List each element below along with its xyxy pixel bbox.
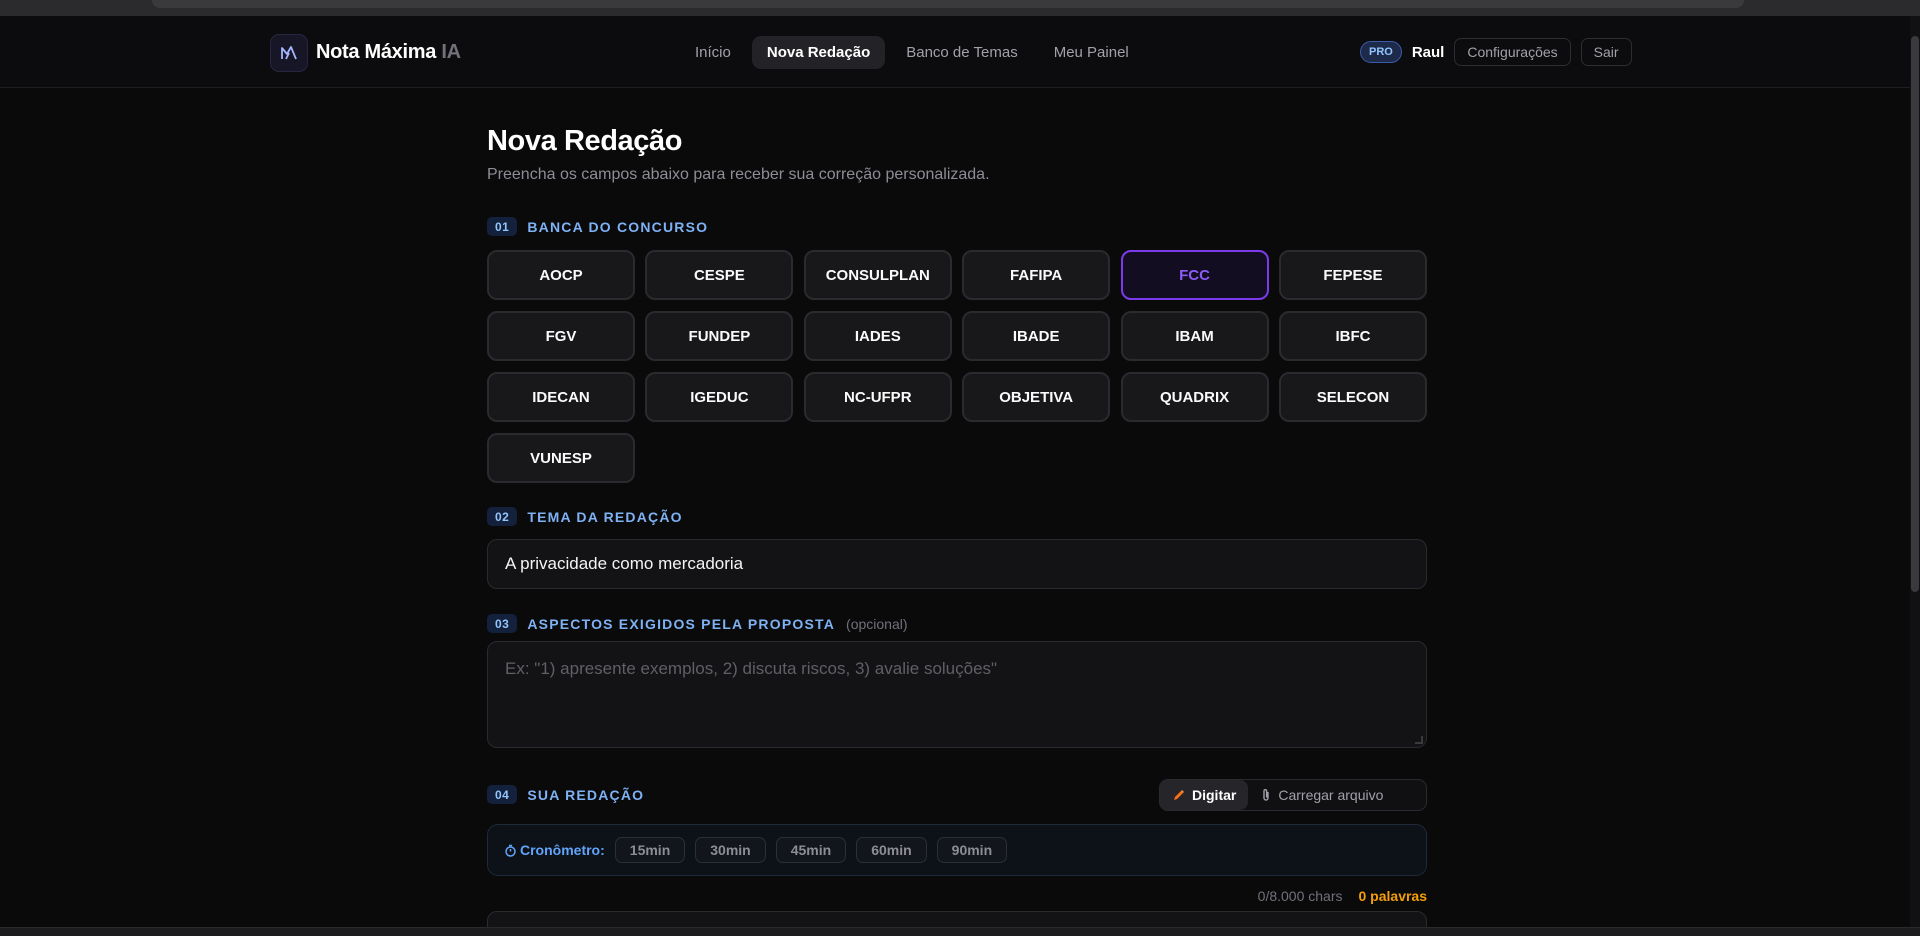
word-counter: 0/8.000 chars 0 palavras (1258, 888, 1427, 904)
section-title: SUA REDAÇÃO (527, 786, 645, 803)
timer-option[interactable]: 90min (936, 837, 1008, 863)
timer-option[interactable]: 45min (775, 837, 847, 863)
banca-option[interactable]: IBADE (962, 311, 1111, 361)
banca-option[interactable]: OBJETIVA (962, 372, 1111, 422)
section-title: BANCA DO CONCURSO (527, 218, 709, 235)
nav-meu-painel[interactable]: Meu Painel (1039, 36, 1144, 69)
section-title: TEMA DA REDAÇÃO (527, 508, 683, 525)
mode-upload-label: Carregar arquivo (1278, 787, 1384, 803)
optional-hint: (opcional) (846, 615, 908, 632)
pencil-icon (1172, 788, 1186, 802)
scrollbar[interactable] (1910, 16, 1920, 936)
word-count: 0 palavras (1358, 888, 1428, 904)
banca-option[interactable]: FUNDEP (645, 311, 794, 361)
user-area: PRO Raul Configurações Sair (1360, 38, 1632, 66)
page-subtitle: Preencha os campos abaixo para receber s… (487, 166, 990, 183)
browser-chrome (0, 0, 1920, 16)
banca-option[interactable]: IADES (803, 311, 952, 361)
timer-bar: Cronômetro: 15min 30min 45min 60min 90mi… (487, 824, 1427, 876)
banca-option[interactable]: QUADRIX (1120, 372, 1269, 422)
banca-option[interactable]: IDECAN (487, 372, 635, 422)
logout-button[interactable]: Sair (1580, 38, 1632, 66)
mode-type-button[interactable]: Digitar (1160, 780, 1249, 810)
char-count: 0/8.000 chars (1257, 888, 1343, 904)
paperclip-icon (1260, 788, 1272, 802)
section-number: 03 (487, 614, 518, 633)
nav-nova-redacao[interactable]: Nova Redação (751, 36, 886, 69)
resize-handle-icon[interactable] (1415, 736, 1423, 744)
timer-label-text: Cronômetro: (520, 842, 605, 858)
banca-option[interactable]: SELECON (1278, 372, 1427, 422)
logo-suffix: IA (441, 41, 461, 63)
scrollbar-thumb[interactable] (1911, 36, 1919, 592)
timer-option[interactable]: 60min (856, 837, 927, 863)
nav-banco-de-temas[interactable]: Banco de Temas (891, 36, 1032, 69)
page-title: Nova Redação (487, 125, 683, 157)
timer-label: Cronômetro: (504, 842, 605, 858)
section-tema-label: 02 TEMA DA REDAÇÃO (487, 507, 683, 526)
banca-option[interactable]: NC-UFPR (803, 372, 952, 422)
banca-option[interactable]: IBFC (1278, 311, 1427, 361)
section-number: 02 (487, 507, 518, 526)
section-redacao-label: 04 SUA REDAÇÃO (487, 785, 644, 804)
logo-main: Nota Máxima (316, 41, 437, 63)
settings-button[interactable]: Configurações (1454, 38, 1571, 66)
banca-option[interactable]: AOCP (487, 250, 635, 300)
banca-grid: AOCP CESPE CONSULPLAN FAFIPA FCC FEPESE … (487, 250, 1427, 483)
banca-option[interactable]: IBAM (1120, 311, 1269, 361)
mode-type-label: Digitar (1192, 787, 1237, 803)
section-aspectos-label: 03 ASPECTOS EXIGIDOS PELA PROPOSTA (opci… (487, 614, 908, 633)
banca-option[interactable]: FEPESE (1278, 250, 1427, 300)
banca-option[interactable]: FAFIPA (962, 250, 1111, 300)
main-nav: Início Nova Redação Banco de Temas Meu P… (680, 36, 1144, 69)
section-title: ASPECTOS EXIGIDOS PELA PROPOSTA (527, 615, 836, 632)
nav-inicio[interactable]: Início (680, 36, 746, 69)
banca-option[interactable]: VUNESP (487, 433, 635, 483)
section-banca-label: 01 BANCA DO CONCURSO (487, 217, 708, 236)
logo-icon[interactable] (270, 34, 308, 72)
tema-input[interactable]: A privacidade como mercadoria (487, 539, 1427, 589)
banca-option-selected[interactable]: FCC (1120, 250, 1269, 300)
section-number: 01 (487, 217, 518, 236)
browser-bottom-bar (0, 927, 1920, 936)
timer-option[interactable]: 15min (614, 837, 686, 863)
banca-option[interactable]: CESPE (645, 250, 794, 300)
banca-option[interactable]: CONSULPLAN (803, 250, 952, 300)
pro-badge: PRO (1360, 41, 1402, 63)
banca-option[interactable]: IGEDUC (645, 372, 794, 422)
top-header: Nota Máxima IA Início Nova Redação Banco… (0, 16, 1910, 88)
timer-option[interactable]: 30min (695, 837, 766, 863)
browser-address-bar[interactable] (152, 0, 1744, 8)
user-name: Raul (1411, 43, 1445, 61)
aspectos-placeholder: Ex: "1) apresente exemplos, 2) discuta r… (505, 659, 998, 678)
banca-option[interactable]: FGV (487, 311, 635, 361)
aspectos-textarea[interactable]: Ex: "1) apresente exemplos, 2) discuta r… (487, 641, 1427, 748)
stopwatch-icon (504, 844, 517, 857)
logo-text[interactable]: Nota Máxima IA (316, 41, 461, 64)
section-number: 04 (487, 785, 518, 804)
input-mode-toggle: Digitar Carregar arquivo (1159, 779, 1427, 811)
mode-upload-button[interactable]: Carregar arquivo (1248, 780, 1395, 810)
